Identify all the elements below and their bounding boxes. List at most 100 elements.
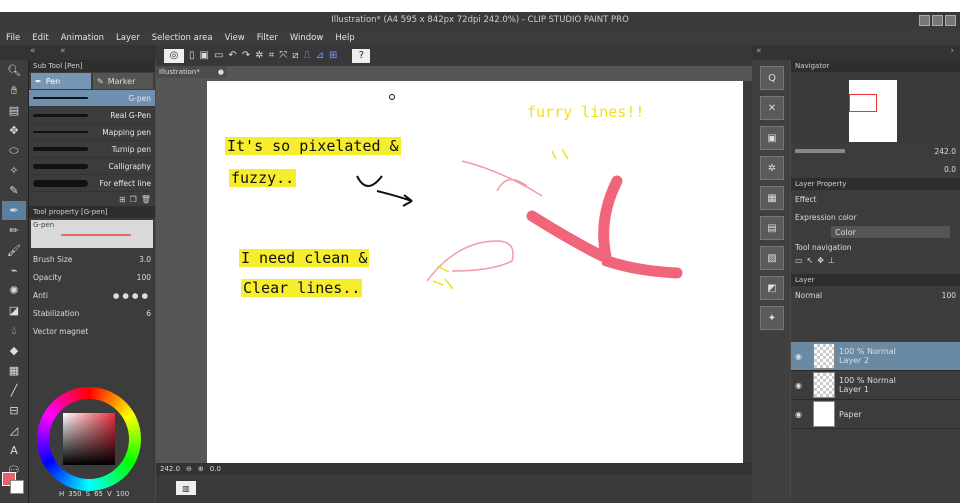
expression-color-select[interactable]: Color xyxy=(831,226,950,238)
brush-item[interactable]: Real G-Pen xyxy=(29,107,155,124)
deselect-icon[interactable]: ⧄ xyxy=(292,50,298,61)
pen-tool-icon[interactable]: ✒ xyxy=(2,201,26,220)
left-dock-bar[interactable]: « « xyxy=(0,45,156,60)
ruler-tool-icon[interactable]: ◿ xyxy=(2,421,26,440)
stabilization-row[interactable]: Stabilization 6 xyxy=(29,304,155,322)
menu-layer[interactable]: Layer xyxy=(110,33,146,43)
menu-animation[interactable]: Animation xyxy=(55,33,110,43)
undo-icon[interactable]: ↶ xyxy=(228,50,236,61)
hand-tool-icon[interactable]: ✋︎ xyxy=(2,81,26,100)
text-tool-icon[interactable]: A xyxy=(2,441,26,460)
help-icon[interactable]: ? xyxy=(352,48,371,63)
fill-tool-icon[interactable]: ◆ xyxy=(2,341,26,360)
document-tab[interactable]: Illustration* ● xyxy=(156,66,227,78)
window-controls[interactable] xyxy=(919,15,956,26)
timeline-icon[interactable]: ▥ xyxy=(176,481,196,495)
image-icon[interactable]: ▨ xyxy=(760,246,784,270)
right-dock-bar[interactable]: « › xyxy=(752,45,960,60)
close-icon[interactable] xyxy=(945,15,956,26)
auto-select-icon[interactable]: ✧ xyxy=(2,161,26,180)
collapse-right-icon[interactable]: › xyxy=(950,46,954,56)
minimize-icon[interactable] xyxy=(919,15,930,26)
navigator-zoom[interactable]: 242.0 xyxy=(791,142,960,160)
visibility-eye-icon[interactable]: ◉ xyxy=(795,352,809,361)
nav-select-icon[interactable]: ▭ xyxy=(795,256,803,274)
operation-tool-icon[interactable]: ▤ xyxy=(2,101,26,120)
vertical-scrollbar[interactable] xyxy=(743,81,752,463)
zoom-value[interactable]: 242.0 xyxy=(160,465,180,473)
collapse-left-icon[interactable]: « xyxy=(30,46,36,56)
menu-help[interactable]: Help xyxy=(329,33,360,43)
navigator-rotation[interactable]: 0.0 xyxy=(791,160,960,178)
collapse-left-icon-2[interactable]: « xyxy=(60,46,66,56)
saturation-value-square[interactable] xyxy=(63,413,115,465)
scale-icon[interactable]: ⤧ xyxy=(279,50,287,61)
save-icon[interactable]: ▭ xyxy=(214,50,223,61)
brush-item[interactable]: Turnip pen xyxy=(29,141,155,158)
vector-magnet-row[interactable]: Vector magnet xyxy=(29,322,155,340)
navigator-preview[interactable] xyxy=(791,72,960,142)
menu-edit[interactable]: Edit xyxy=(26,33,54,43)
brush-tool-icon[interactable]: 🖌︎ xyxy=(2,241,26,260)
pencil-tool-icon[interactable]: ✏ xyxy=(2,221,26,240)
visibility-eye-icon[interactable]: ◉ xyxy=(795,381,809,390)
snap-special-icon[interactable]: ⊿ xyxy=(316,50,324,61)
blend-tool-icon[interactable]: 💧︎ xyxy=(2,321,26,340)
layer-row[interactable]: ◉ 100 % Normal Layer 1 xyxy=(791,371,960,400)
add-subtool-icon[interactable]: ⊞ xyxy=(119,195,126,204)
material-folder-icon[interactable]: ▣ xyxy=(760,126,784,150)
brush-size-row[interactable]: Brush Size 3.0 xyxy=(29,250,155,268)
copy-subtool-icon[interactable]: ❐ xyxy=(130,195,137,204)
redo-icon[interactable]: ↷ xyxy=(242,50,250,61)
zoom-out-icon[interactable]: ⊖ xyxy=(186,465,192,473)
eyedropper-icon[interactable]: ✎ xyxy=(2,181,26,200)
rotation-value[interactable]: 0.0 xyxy=(210,465,221,473)
frame-tool-icon[interactable]: ⊟ xyxy=(2,401,26,420)
sub-color-swatch[interactable] xyxy=(10,480,24,494)
gradient-tool-icon[interactable]: ▦ xyxy=(2,361,26,380)
brush-item[interactable]: For effect line xyxy=(29,175,155,192)
expand-right-icon[interactable]: « xyxy=(756,46,762,56)
layer-row[interactable]: ◉ 100 % Normal Layer 2 xyxy=(791,342,960,371)
zoom-in-icon[interactable]: ⊕ xyxy=(198,465,204,473)
move-tool-icon[interactable]: ✥ xyxy=(2,121,26,140)
search-icon[interactable]: Q xyxy=(760,66,784,90)
brush-item[interactable]: Mapping pen xyxy=(29,124,155,141)
new-file-icon[interactable]: ▯ xyxy=(189,50,195,61)
subtool-tab-marker[interactable]: ✎ Marker xyxy=(93,73,153,89)
nav-move-icon[interactable]: ↖ xyxy=(807,256,814,274)
layer-blend-row[interactable]: Normal 100 xyxy=(791,286,960,304)
clear-icon[interactable]: ✲ xyxy=(255,50,263,61)
sheet-icon[interactable]: ▤ xyxy=(760,216,784,240)
material-icon[interactable]: ✕ xyxy=(760,96,784,120)
menu-view[interactable]: View xyxy=(219,33,251,43)
airbrush-tool-icon[interactable]: ⌁ xyxy=(2,261,26,280)
opacity-row[interactable]: Opacity 100 xyxy=(29,268,155,286)
decoration-tool-icon[interactable]: ✺ xyxy=(2,281,26,300)
menu-file[interactable]: File xyxy=(0,33,26,43)
drawing-canvas[interactable]: It's so pixelated & fuzzy.. I need clean… xyxy=(207,81,743,463)
visibility-eye-icon[interactable]: ◉ xyxy=(795,410,809,419)
selection-tool-icon[interactable]: ⬭ xyxy=(2,141,26,160)
zoom-tool-icon[interactable]: 🔍︎ xyxy=(2,61,26,80)
color-wheel[interactable] xyxy=(37,387,141,491)
snap-grid-icon[interactable]: ⊞ xyxy=(329,50,337,61)
layer-row[interactable]: ◉ Paper xyxy=(791,400,960,429)
brush-item[interactable]: Calligraphy xyxy=(29,158,155,175)
frame-icon[interactable]: ◩ xyxy=(760,276,784,300)
antialias-row[interactable]: Anti ●●●● xyxy=(29,286,155,304)
figure-tool-icon[interactable]: ╱ xyxy=(2,381,26,400)
pose-icon[interactable]: ✦ xyxy=(760,306,784,330)
maximize-icon[interactable] xyxy=(932,15,943,26)
material-2-icon[interactable]: ✲ xyxy=(760,156,784,180)
open-file-icon[interactable]: ▣ xyxy=(200,50,209,61)
menu-window[interactable]: Window xyxy=(284,33,330,43)
brush-item[interactable]: G-pen xyxy=(29,90,155,107)
nav-eye-icon[interactable]: ✥ xyxy=(817,256,824,274)
eraser-tool-icon[interactable]: ◪ xyxy=(2,301,26,320)
pattern-icon[interactable]: ▦ xyxy=(760,186,784,210)
close-tab-icon[interactable]: ● xyxy=(218,68,224,76)
app-logo-icon[interactable]: ◎ xyxy=(164,48,184,63)
menu-selection-area[interactable]: Selection area xyxy=(146,33,219,43)
delete-subtool-icon[interactable]: 🗑︎ xyxy=(141,195,151,204)
